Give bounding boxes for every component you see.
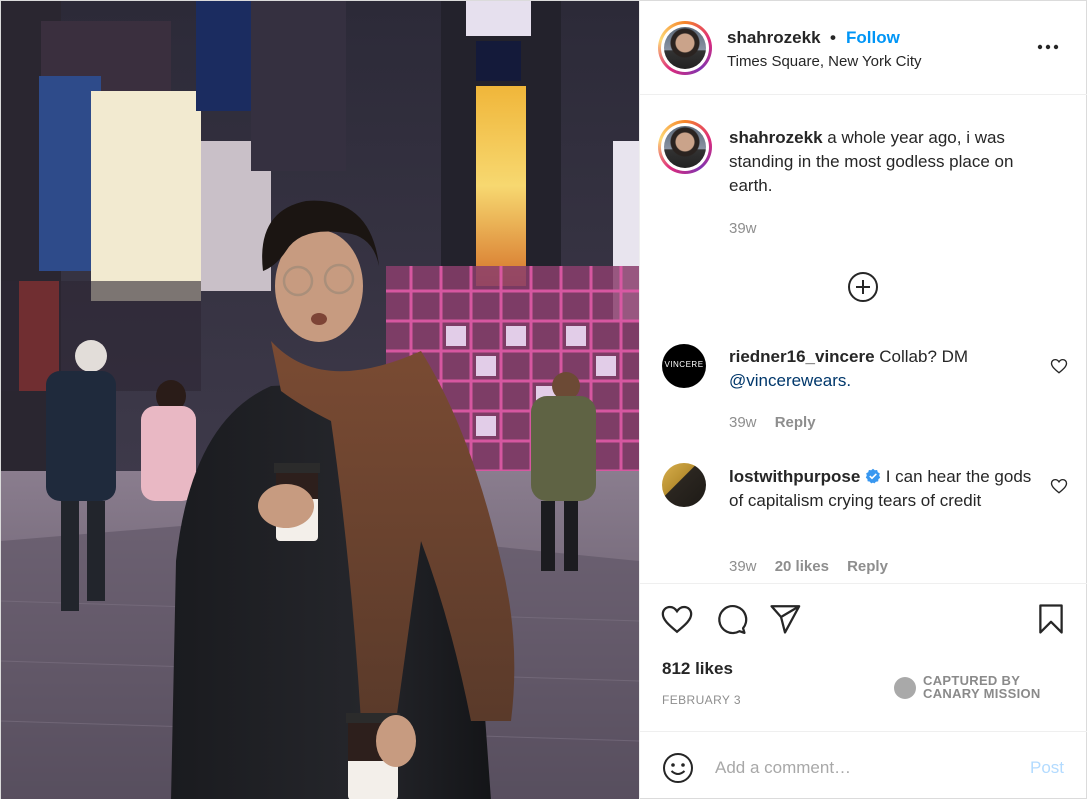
comment-body: Collab? DM [874, 347, 969, 366]
comment-mention-link[interactable]: @vincerewears. [729, 371, 851, 390]
comment-username[interactable]: riedner16_vincere [729, 347, 875, 366]
commenter-avatar-lostwithpurpose[interactable] [662, 463, 706, 507]
verified-badge-icon [865, 468, 881, 484]
follow-button[interactable]: Follow [846, 28, 900, 48]
author-avatar[interactable] [658, 21, 712, 75]
caption-author-avatar[interactable] [658, 120, 712, 174]
caption-username[interactable]: shahrozekk [729, 128, 823, 147]
comment-time[interactable]: 39w [729, 414, 757, 431]
comment-meta: 39w 20 likes Reply [729, 558, 902, 575]
caption-meta: 39w [729, 220, 771, 237]
comment-username[interactable]: lostwithpurpose [729, 467, 860, 486]
post-header: shahrozekk • Follow Times Square, New Yo… [640, 1, 1087, 95]
instagram-post-modal: shahrozekk • Follow Times Square, New Yo… [0, 0, 1087, 799]
add-comment-bar: Post [640, 731, 1087, 799]
watermark-text: CAPTURED BY CANARY MISSION [923, 674, 1041, 700]
caption-text: shahrozekk a whole year ago, i was stand… [729, 126, 1049, 198]
likes-count[interactable]: 812 likes [662, 659, 733, 679]
bookmark-icon[interactable] [1034, 602, 1068, 636]
plus-circle-icon[interactable] [847, 271, 879, 303]
post-side-panel: shahrozekk • Follow Times Square, New Yo… [639, 1, 1087, 799]
post-location[interactable]: Times Square, New York City [727, 53, 922, 70]
watermark-line-2: CANARY MISSION [923, 686, 1041, 701]
caption-time[interactable]: 39w [729, 220, 757, 237]
comment-reply-button[interactable]: Reply [847, 558, 888, 575]
comment-text: lostwithpurpose I can hear the gods of c… [729, 465, 1049, 513]
comment-input[interactable] [715, 752, 1015, 784]
comment-reply-button[interactable]: Reply [775, 414, 816, 431]
post-photo [1, 1, 639, 799]
heart-icon[interactable] [660, 602, 694, 636]
post-actions: 812 likes FEBRUARY 3 CAPTURED BY CANARY … [640, 583, 1087, 731]
canary-mission-watermark: CAPTURED BY CANARY MISSION [894, 673, 1064, 703]
comment-icon[interactable] [714, 602, 748, 636]
more-horizontal-icon[interactable] [1036, 35, 1060, 59]
separator-dot: • [830, 28, 836, 47]
comment-time[interactable]: 39w [729, 558, 757, 575]
smiley-icon[interactable] [662, 752, 694, 784]
comment-like-heart-icon[interactable] [1050, 357, 1068, 375]
comment-like-heart-icon[interactable] [1050, 477, 1068, 495]
comment-text: riedner16_vincere Collab? DM @vincerewea… [729, 345, 1049, 393]
send-icon[interactable] [768, 602, 802, 636]
canary-mission-logo-icon [894, 677, 916, 699]
comment-likes-count[interactable]: 20 likes [775, 558, 829, 575]
post-comment-button[interactable]: Post [1030, 758, 1064, 778]
comments-list: shahrozekk a whole year ago, i was stand… [640, 96, 1087, 583]
author-username[interactable]: shahrozekk [727, 28, 821, 48]
commenter-avatar-vincere[interactable]: VINCERE [662, 344, 706, 388]
post-date[interactable]: FEBRUARY 3 [662, 693, 741, 707]
comment-meta: 39w Reply [729, 414, 830, 431]
vincere-logo-text: VINCERE [664, 360, 704, 369]
